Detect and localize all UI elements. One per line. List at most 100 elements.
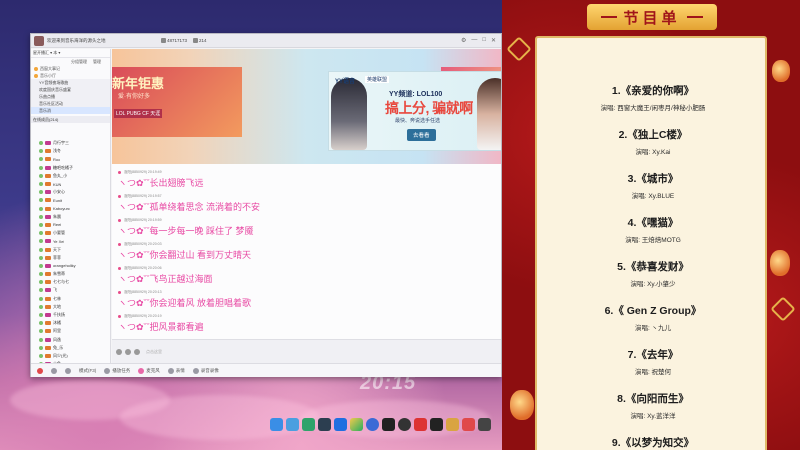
sidebar-subitem[interactable]: YY音频夜场歌曲 — [31, 79, 110, 86]
music-icon[interactable] — [430, 418, 443, 431]
member-row[interactable]: 七林 — [31, 295, 110, 303]
mic-settings-icon[interactable] — [65, 367, 71, 374]
member-badge-icon — [45, 337, 51, 342]
member-row[interactable]: 风少(光) — [31, 352, 110, 360]
blue-app-icon[interactable] — [334, 418, 347, 431]
member-row[interactable]: 小安心 — [31, 188, 110, 196]
lol-ad-card[interactable]: YY语音 英雄联盟 YY频道: LOL100 搞上分, 骗就啊 最快、奔说选手任… — [328, 71, 501, 151]
member-row[interactable]: Reei — [31, 221, 110, 229]
member-status-icon — [39, 272, 43, 277]
files-icon[interactable] — [286, 418, 299, 431]
color-app-icon[interactable] — [350, 418, 363, 431]
owl-icon[interactable] — [446, 418, 459, 431]
program-performer: 演唱: Xy.Kai — [635, 149, 671, 156]
message-sender-time: 逝阳(8850929) 20:19:59 — [124, 218, 162, 222]
member-row[interactable]: Kaboyurc — [31, 205, 110, 213]
program-performer: 演唱: Xy.蓝洋洋 — [630, 413, 676, 420]
sidebar-subitem[interactable]: 音乐社区活动 — [31, 100, 110, 107]
member-name: 天下 — [53, 246, 61, 252]
member-row[interactable]: Eunit — [31, 196, 110, 204]
member-status-icon — [39, 345, 43, 350]
red-app-icon[interactable] — [414, 418, 427, 431]
sidebar-item[interactable]: 音乐小厅 — [31, 72, 110, 79]
tab-group-manage[interactable]: 分组管理 — [71, 59, 87, 65]
member-row[interactable]: 沐橘 — [31, 319, 110, 327]
member-list-header[interactable]: 在线成员(214) — [31, 116, 110, 123]
member-row[interactable]: 鱼丸_小 — [31, 172, 110, 180]
edge-icon[interactable] — [302, 418, 315, 431]
speaker-icon[interactable] — [51, 367, 57, 374]
microphone-button[interactable]: 麦克风 — [138, 367, 160, 374]
mode-button[interactable]: 模式(F3) — [79, 368, 96, 374]
yy-logo: YY语音 — [335, 79, 356, 85]
program-song-title: 6.《 Gen Z Group》 — [604, 305, 702, 317]
member-badge-icon — [45, 353, 51, 358]
member-row[interactable]: Roo — [31, 155, 110, 163]
member-name: 糖吧吃橘子 — [53, 164, 73, 170]
member-row[interactable]: 糖吧吃橘子 — [31, 164, 110, 172]
chat-message[interactable]: 逝阳(8850929) 20:19:49 ヽつ✿ˇˇ长出翅膀飞远 — [118, 170, 204, 189]
k-app-icon[interactable] — [366, 418, 379, 431]
member-badge-icon — [45, 198, 51, 203]
emoji-button[interactable]: 表情 — [167, 367, 185, 374]
online-count-stat: 214 — [193, 38, 207, 43]
flourish-icon — [601, 16, 618, 18]
member-status-icon — [39, 313, 43, 318]
chat-input[interactable]: 点击这里 — [146, 349, 162, 355]
record-button[interactable]: 录音录像 — [192, 367, 219, 374]
promo-tag: LOL PUBG CF 天涯 — [114, 109, 163, 118]
start-icon[interactable] — [270, 418, 283, 431]
chat-message[interactable]: 逝阳(8850929) 20:20:03 ヽつ✿ˇˇ你会翻过山 看到万丈晴天 — [118, 242, 251, 261]
settings-icon[interactable]: ⚙ — [461, 37, 466, 44]
editor-icon[interactable] — [478, 418, 491, 431]
yy-taskbar-icon[interactable] — [462, 418, 475, 431]
sidebar-top[interactable]: 星开播汇 ▾ 本 ▾ — [31, 49, 110, 58]
member-row[interactable]: 大地 — [31, 303, 110, 311]
member-row[interactable]: 朱晨 — [31, 213, 110, 221]
minimize-icon[interactable]: — — [471, 37, 477, 44]
font-icon[interactable] — [134, 348, 140, 355]
chat-message[interactable]: 逝阳(8850929) 20:20:13 ヽつ✿ˇˇ你会迎着风 放着胆唱着歌 — [118, 290, 251, 309]
sidebar-subitem[interactable]: 乐曲点播 — [31, 93, 110, 100]
member-name: 月行宇三 — [53, 140, 69, 146]
sidebar-subitem[interactable]: 欢度国庆音乐盛宴 — [31, 86, 110, 93]
member-row[interactable]: 天下 — [31, 245, 110, 253]
member-row[interactable]: 浅冬 — [31, 147, 110, 155]
member-row[interactable]: orangeholiky — [31, 262, 110, 270]
play-task-button[interactable]: 播放任务 — [104, 367, 130, 374]
channel-avatar[interactable] — [34, 35, 44, 46]
member-row[interactable]: KUN — [31, 180, 110, 188]
member-row[interactable]: 千扶扬 — [31, 311, 110, 319]
member-row[interactable]: 小要管 — [31, 229, 110, 237]
promo-banner[interactable]: 新年钜惠 爱·有你好多 LOL PUBG CF 天涯 YY语音 英雄联盟 YY频… — [112, 49, 501, 164]
member-row[interactable]: 风逸 — [31, 336, 110, 344]
member-badge-icon — [45, 149, 51, 154]
chat-message[interactable]: 逝阳(8850929) 20:19:57 ヽつ✿ˇˇ孤单绕着思念 流淌着的不安 — [118, 194, 260, 213]
g-app-icon[interactable] — [398, 418, 411, 431]
close-icon[interactable]: ✕ — [491, 37, 496, 44]
member-row[interactable]: 七七与七 — [31, 278, 110, 286]
member-row[interactable]: 月行宇三 — [31, 139, 110, 147]
maximize-icon[interactable]: □ — [482, 37, 486, 44]
yy-logo-icon[interactable] — [37, 367, 43, 374]
sidebar-item[interactable]: 西窗大事记 — [31, 65, 110, 72]
sidebar-subitem-selected[interactable]: 音乐消 — [31, 107, 110, 114]
member-row[interactable]: 朱雪蒂 — [31, 270, 110, 278]
new-year-promo[interactable]: 新年钜惠 爱·有你好多 LOL PUBG CF 天涯 — [112, 67, 242, 137]
member-row[interactable]: 兔_乐 — [31, 344, 110, 352]
steam-icon[interactable] — [318, 418, 331, 431]
member-row[interactable]: 菲菲 — [31, 254, 110, 262]
member-status-icon — [39, 222, 43, 227]
chat-message[interactable]: 逝阳(8850929) 20:19:59 ヽつ✿ˇˇ每一步每一晚 踩住了 梦魇 — [118, 218, 254, 237]
tab-manage[interactable]: 管理 — [93, 59, 101, 65]
member-row[interactable]: 飞 — [31, 286, 110, 294]
qq-icon[interactable] — [382, 418, 395, 431]
chat-message[interactable]: 逝阳(8850929) 20:20:06 ヽつ✿ˇˇ飞鸟正越过海面 — [118, 266, 213, 285]
emoji-icon[interactable] — [116, 348, 122, 355]
chat-message[interactable]: 逝阳(8850929) 20:20:19 ヽつ✿ˇˇ把风景都看遍 — [118, 314, 204, 333]
ad-go-button[interactable]: 去看看 — [407, 129, 436, 141]
member-name: 大地 — [53, 303, 61, 309]
member-row[interactable]: 阿里 — [31, 327, 110, 335]
member-row[interactable]: Ye Xei — [31, 237, 110, 245]
gift-icon[interactable] — [125, 348, 131, 355]
